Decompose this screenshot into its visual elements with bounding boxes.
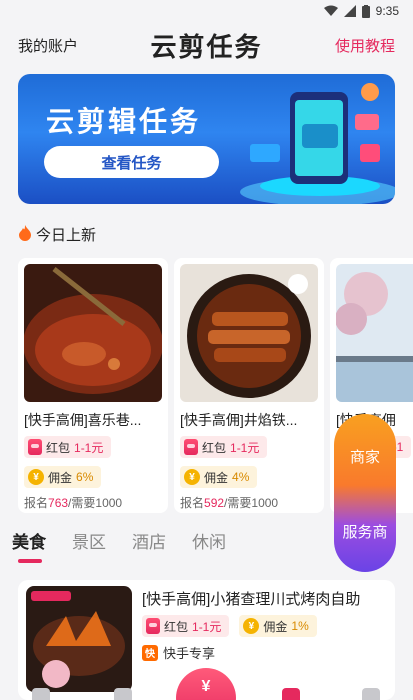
coin-icon: ¥ bbox=[184, 469, 200, 485]
signup-count: 报名592/需要1000 bbox=[180, 496, 279, 510]
tutorial-link[interactable]: 使用教程 bbox=[335, 35, 395, 56]
view-tasks-button[interactable]: 查看任务 bbox=[44, 146, 219, 178]
battery-icon bbox=[361, 4, 370, 18]
redpacket-icon bbox=[184, 439, 198, 455]
today-new-label: 今日上新 bbox=[36, 227, 97, 244]
today-new-heading: 今日上新 bbox=[18, 224, 96, 245]
signup-count: 报名763/需要1000 bbox=[24, 496, 123, 510]
tab-scenic[interactable]: 景区 bbox=[72, 528, 106, 553]
card-title: [快手高佣]井焰铁... bbox=[180, 412, 298, 428]
hotpot-image bbox=[24, 264, 162, 402]
page-title: 云剪任务 bbox=[150, 32, 263, 63]
task-card[interactable]: [快手高佣]喜乐巷... 红包 1-1元 ¥ 佣金 6% 报名763/需要1000 bbox=[18, 258, 168, 513]
task-card[interactable]: [快手高佣]井焰铁... 红包 1-1元 ¥ 佣金 4% 报名592/需要1000 bbox=[174, 258, 324, 513]
bbq-image bbox=[26, 586, 132, 692]
service-provider-button[interactable]: 服务商 bbox=[342, 521, 387, 542]
redpacket-icon bbox=[146, 618, 160, 634]
nav-box-icon[interactable] bbox=[114, 688, 132, 700]
merchant-button[interactable]: 商家 bbox=[350, 446, 380, 467]
nav-home-icon[interactable] bbox=[32, 688, 50, 700]
status-time: 9:35 bbox=[375, 4, 399, 18]
commission-tag: ¥ 佣金 4% bbox=[180, 466, 258, 488]
scenic-image bbox=[336, 264, 413, 402]
flame-icon bbox=[18, 224, 32, 245]
category-tabs: 美食 景区 酒店 休闲 bbox=[12, 528, 226, 563]
my-account-link[interactable]: 我的账户 bbox=[18, 35, 78, 56]
coin-icon: ¥ bbox=[243, 618, 260, 634]
nav-profile-icon[interactable] bbox=[362, 688, 380, 700]
redpacket-tag: 红包 1-1元 bbox=[142, 615, 230, 637]
promo-banner[interactable]: 云剪辑任务 查看任务 bbox=[18, 74, 395, 204]
kuaishou-exclusive-badge: 快快手专享 bbox=[142, 643, 215, 662]
tab-leisure[interactable]: 休闲 bbox=[192, 528, 226, 553]
header: 我的账户 云剪任务 使用教程 bbox=[0, 24, 413, 66]
redpacket-icon bbox=[28, 439, 42, 455]
coin-icon: ¥ bbox=[28, 469, 44, 485]
status-bar: 9:35 bbox=[0, 0, 413, 22]
kuaishou-icon: 快 bbox=[142, 644, 158, 661]
nav-task-icon[interactable] bbox=[282, 688, 300, 700]
eel-rice-image bbox=[180, 264, 318, 402]
banner-phone-illustration bbox=[240, 83, 395, 204]
list-item-title: [快手高佣]小猪查理川式烤肉自助 bbox=[142, 591, 361, 608]
wifi-icon bbox=[323, 5, 338, 17]
redpacket-tag: 红包 1-1元 bbox=[24, 436, 112, 458]
tab-hotel[interactable]: 酒店 bbox=[132, 528, 166, 553]
redpacket-tag: 红包 1-1元 bbox=[180, 436, 268, 458]
commission-tag: ¥ 佣金 1% bbox=[239, 615, 317, 637]
commission-tag: ¥ 佣金 6% bbox=[24, 466, 102, 488]
signal-icon bbox=[343, 5, 356, 17]
banner-title: 云剪辑任务 bbox=[46, 105, 202, 138]
merchant-service-float: 商家 服务商 bbox=[334, 414, 396, 572]
yuan-icon: ¥ bbox=[201, 678, 211, 695]
tab-food[interactable]: 美食 bbox=[12, 528, 46, 563]
card-title: [快手高佣]喜乐巷... bbox=[24, 412, 142, 428]
